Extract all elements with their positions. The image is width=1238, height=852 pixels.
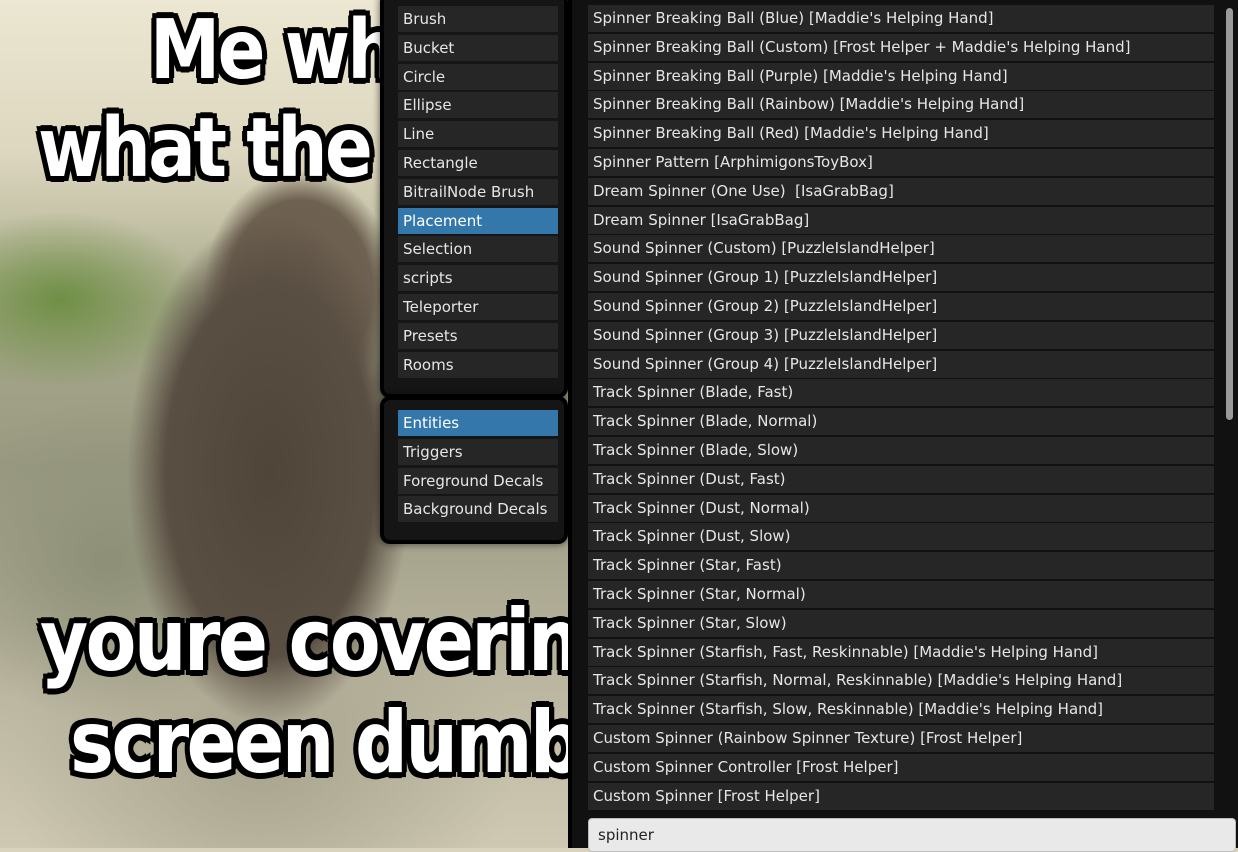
entity-list-item[interactable]: Track Spinner (Star, Fast)	[588, 552, 1214, 580]
layer-item-triggers[interactable]: Triggers	[398, 438, 558, 465]
entity-list-item[interactable]: Spinner Breaking Ball (Purple) [Maddie's…	[588, 62, 1214, 90]
entity-list-item[interactable]: Sound Spinner (Group 2) [PuzzleIslandHel…	[588, 292, 1214, 320]
tool-item-rooms[interactable]: Rooms	[398, 351, 558, 378]
tool-item-selection[interactable]: Selection	[398, 236, 558, 263]
entity-list-item[interactable]: Track Spinner (Dust, Normal)	[588, 494, 1214, 522]
tool-list: Brush Bucket Circle Ellipse Line Rectangle Bit…	[384, 0, 564, 378]
entity-list-item[interactable]: Track Spinner (Star, Normal)	[588, 580, 1214, 608]
entity-list-item[interactable]: Dream Spinner [IsaGrabBag]	[588, 206, 1214, 234]
entity-list-item[interactable]: Spinner Breaking Ball (Red) [Maddie's He…	[588, 120, 1214, 148]
entity-list-item[interactable]: Sound Spinner (Group 3) [PuzzleIslandHel…	[588, 321, 1214, 349]
tool-item-teleporter[interactable]: Teleporter	[398, 293, 558, 320]
meme-caption-bottom-line-2: screen dumb	[69, 693, 584, 793]
tool-item-placement[interactable]: Placement	[398, 207, 558, 234]
entity-list-item[interactable]: Track Spinner (Dust, Slow)	[588, 523, 1214, 551]
tool-item-bucket[interactable]: Bucket	[398, 34, 558, 61]
layer-panel: Entities Triggers Foreground Decals Backgro…	[384, 400, 564, 540]
entity-list-item[interactable]: Track Spinner (Starfish, Fast, Reskinnab…	[588, 638, 1214, 666]
entity-list-item[interactable]: Dream Spinner (One Use) [IsaGrabBag]	[588, 177, 1214, 205]
entity-list-item[interactable]: Track Spinner (Blade, Fast)	[588, 379, 1214, 407]
tool-item-bitrailnode-brush[interactable]: BitrailNode Brush	[398, 178, 558, 205]
entity-list-item[interactable]: Track Spinner (Blade, Normal)	[588, 408, 1214, 436]
tool-item-ellipse[interactable]: Ellipse	[398, 92, 558, 119]
entity-list-item[interactable]: Track Spinner (Dust, Fast)	[588, 465, 1214, 493]
entity-list-item[interactable]: Sound Spinner (Group 4) [PuzzleIslandHel…	[588, 350, 1214, 378]
layer-item-entities[interactable]: Entities	[398, 410, 558, 436]
entity-list-item[interactable]: Custom Spinner (Rainbow Spinner Texture)…	[588, 724, 1214, 752]
entity-list-item[interactable]: Custom Spinner Controller [Frost Helper]	[588, 753, 1214, 781]
entity-list-item[interactable]: Track Spinner (Starfish, Normal, Reskinn…	[588, 667, 1214, 695]
entity-list-item[interactable]: Spinner Breaking Ball (Rainbow) [Maddie'…	[588, 91, 1214, 119]
scrollbar-thumb[interactable]	[1226, 8, 1233, 420]
tool-item-circle[interactable]: Circle	[398, 63, 558, 90]
tool-item-brush[interactable]: Brush	[398, 6, 558, 32]
entity-list-item[interactable]: Custom Spinner [Frost Helper]	[588, 782, 1214, 810]
entity-list: Spinner Breaking Ball (Blue) [Maddie's H…	[588, 5, 1214, 811]
entity-list-item[interactable]: Sound Spinner (Custom) [PuzzleIslandHelp…	[588, 235, 1214, 263]
entity-list-item[interactable]: Track Spinner (Starfish, Slow, Reskinnab…	[588, 696, 1214, 724]
entity-list-panel: Spinner Breaking Ball (Blue) [Maddie's H…	[572, 0, 1238, 852]
entity-list-item[interactable]: Sound Spinner (Group 1) [PuzzleIslandHel…	[588, 264, 1214, 292]
entity-list-item[interactable]: Spinner Breaking Ball (Blue) [Maddie's H…	[588, 5, 1214, 32]
tool-item-line[interactable]: Line	[398, 121, 558, 148]
entity-list-item[interactable]: Track Spinner (Star, Slow)	[588, 609, 1214, 637]
meme-caption-bottom-line-1: youre coverin	[39, 591, 582, 691]
entity-list-item[interactable]: Spinner Breaking Ball (Custom) [Frost He…	[588, 33, 1214, 61]
entity-list-item[interactable]: Track Spinner (Blade, Slow)	[588, 436, 1214, 464]
layer-item-background-decals[interactable]: Background Decals	[398, 496, 558, 523]
tool-item-scripts[interactable]: scripts	[398, 265, 558, 292]
entity-list-item[interactable]: Spinner Pattern [ArphimigonsToyBox]	[588, 148, 1214, 176]
tool-item-presets[interactable]: Presets	[398, 322, 558, 349]
layer-list: Entities Triggers Foreground Decals Backgro…	[384, 404, 564, 523]
layer-item-foreground-decals[interactable]: Foreground Decals	[398, 467, 558, 494]
search-input[interactable]	[588, 818, 1236, 852]
tool-panel: Brush Bucket Circle Ellipse Line Rectangle Bit…	[384, 0, 564, 394]
meme-caption-top-line-2: what the	[37, 101, 374, 196]
tool-item-rectangle[interactable]: Rectangle	[398, 149, 558, 176]
meme-caption-top-line-1: Me wh	[149, 3, 399, 98]
